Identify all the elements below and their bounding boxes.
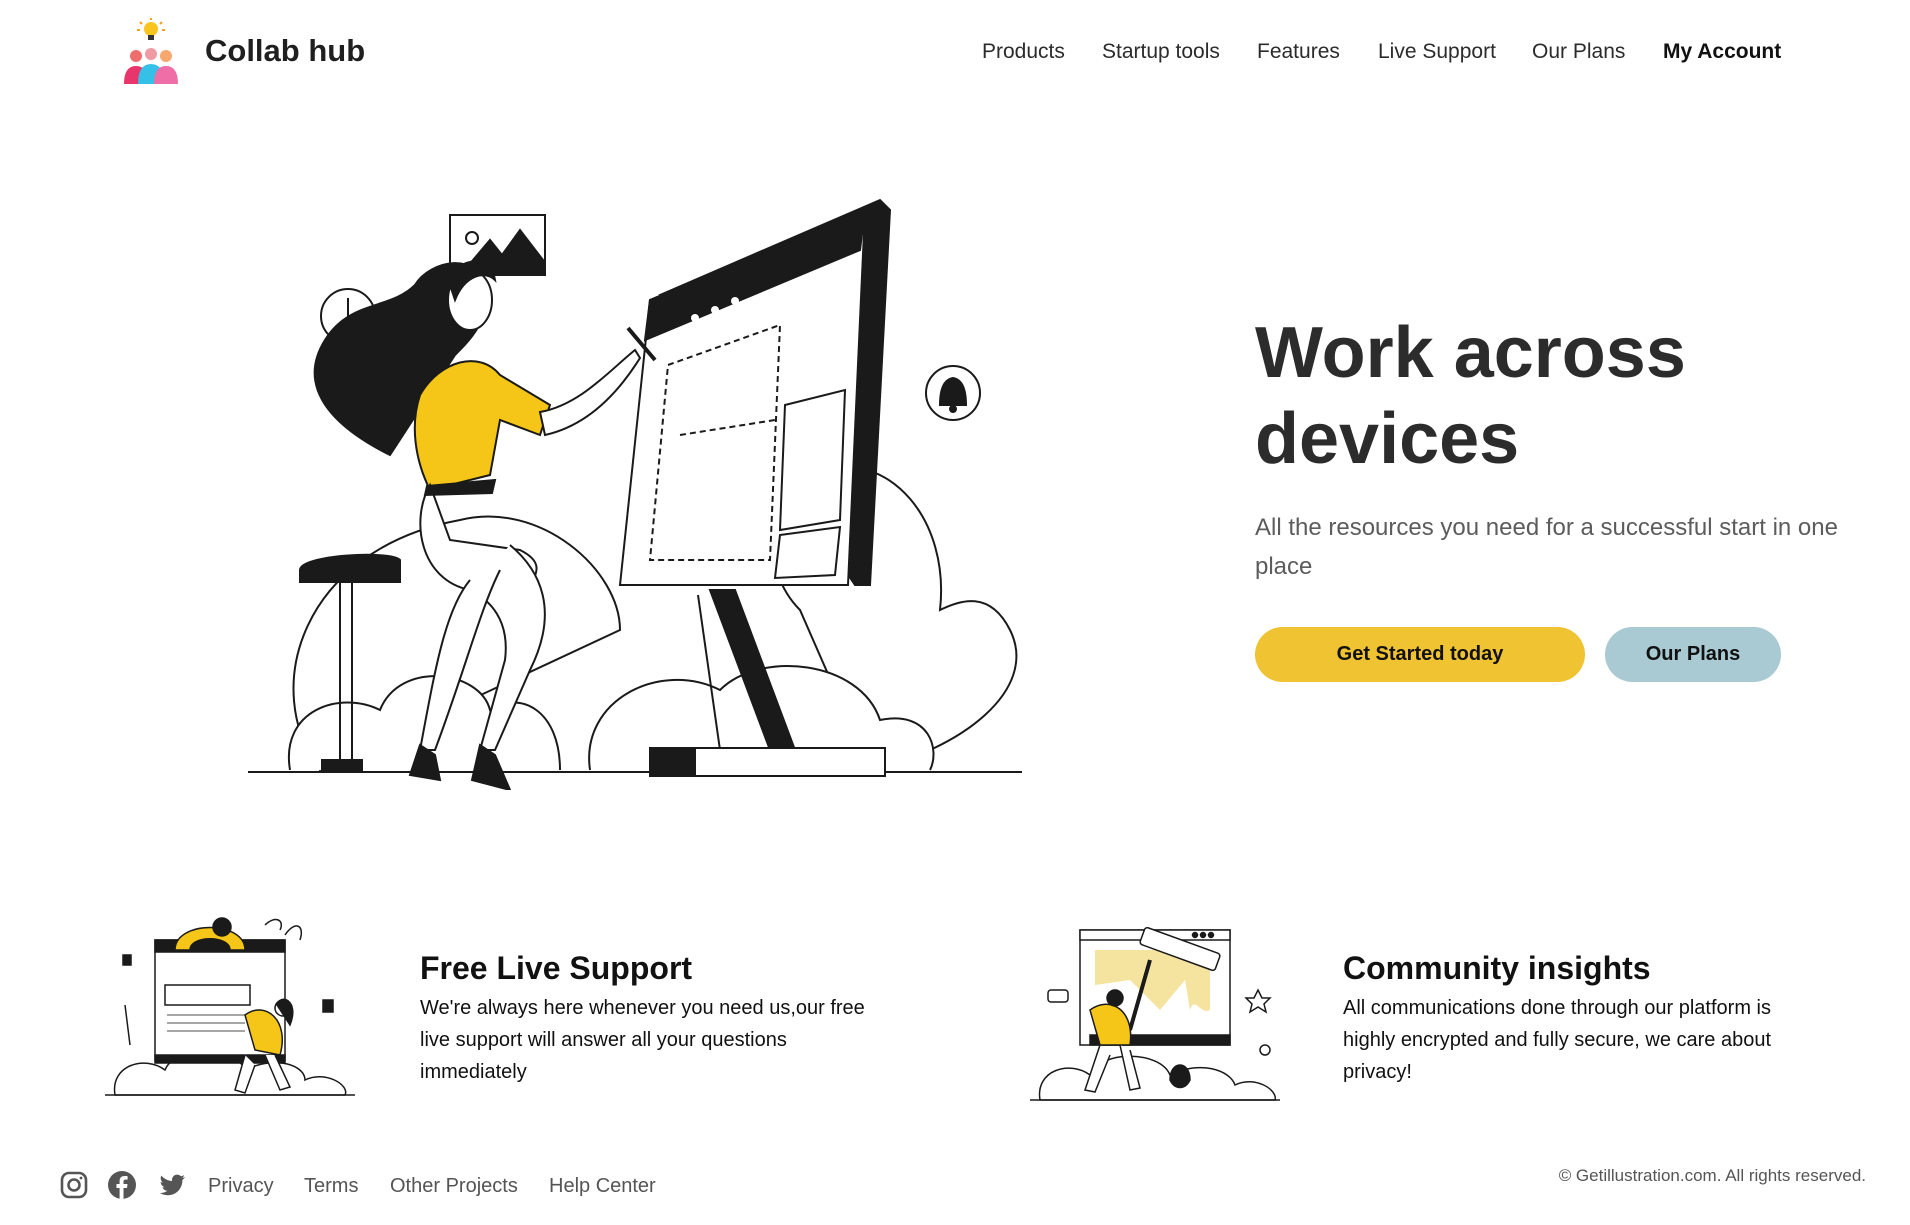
hero-title: Work across devices <box>1255 310 1875 482</box>
logo-icon[interactable] <box>118 18 186 86</box>
footer-link-terms[interactable]: Terms <box>304 1175 358 1198</box>
nav-products[interactable]: Products <box>982 40 1065 64</box>
twitter-icon[interactable] <box>157 1170 187 1200</box>
brand-name[interactable]: Collab hub <box>205 33 365 69</box>
feature-title-insights: Community insights <box>1343 950 1651 986</box>
hero-title-line2: devices <box>1255 399 1520 479</box>
nav-my-account[interactable]: My Account <box>1663 40 1781 64</box>
painter-roller-illustration <box>1030 920 1280 1120</box>
hero-illustration <box>240 190 1030 792</box>
footer-link-help-center[interactable]: Help Center <box>549 1175 656 1198</box>
support-people-illustration <box>105 905 355 1105</box>
get-started-button[interactable]: Get Started today <box>1255 627 1585 682</box>
our-plans-button[interactable]: Our Plans <box>1605 627 1781 682</box>
instagram-icon[interactable] <box>59 1170 89 1200</box>
feature-title-support: Free Live Support <box>420 950 693 986</box>
nav-features[interactable]: Features <box>1257 40 1340 64</box>
footer-link-privacy[interactable]: Privacy <box>208 1175 274 1198</box>
copyright-text: © Getillustration.com. All rights reserv… <box>1558 1166 1866 1185</box>
hero-subtitle: All the resources you need for a success… <box>1255 514 1838 580</box>
feature-desc-insights: All communications done through our plat… <box>1343 997 1772 1083</box>
footer-link-other-projects[interactable]: Other Projects <box>390 1175 518 1198</box>
feature-desc-support: We're always here whenever you need us,o… <box>420 997 865 1083</box>
hero-title-line1: Work across <box>1255 313 1686 393</box>
facebook-icon[interactable] <box>107 1170 137 1200</box>
nav-live-support[interactable]: Live Support <box>1378 40 1496 64</box>
nav-startup-tools[interactable]: Startup tools <box>1102 40 1220 64</box>
nav-our-plans[interactable]: Our Plans <box>1532 40 1625 64</box>
